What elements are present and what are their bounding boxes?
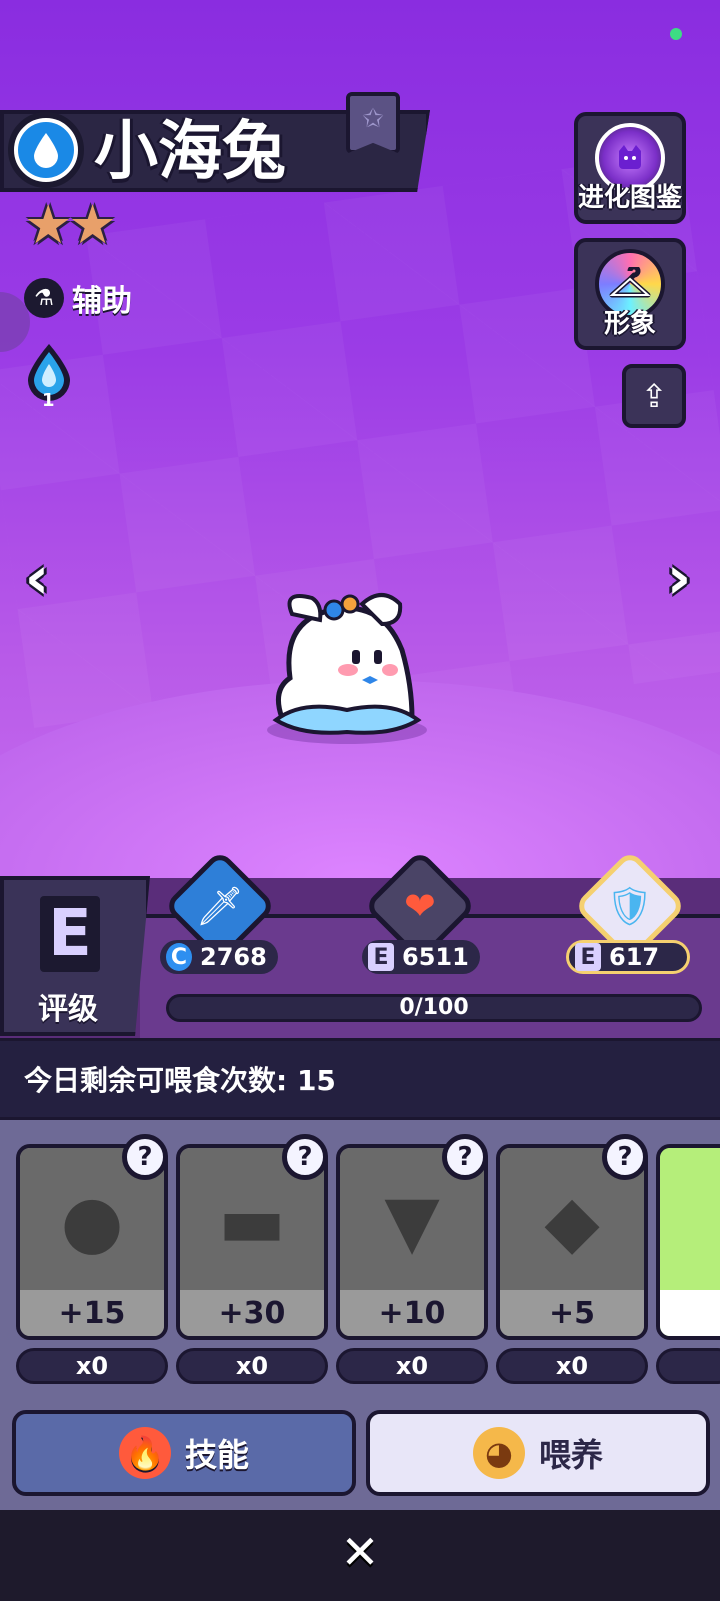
attack-rank: C: [166, 943, 192, 971]
role-tag: ⚗ 辅助: [24, 276, 132, 320]
grade-label: 评级: [38, 992, 98, 1027]
defense-value-box: E 617: [566, 940, 690, 974]
next-pet-arrow[interactable]: ›: [654, 548, 704, 608]
pet-name: 小海兔: [94, 115, 286, 189]
food-card-partial[interactable]: [656, 1144, 720, 1340]
close-icon[interactable]: ✕: [336, 1528, 384, 1576]
food-bonus: +15: [20, 1290, 164, 1336]
pet-sprite[interactable]: [262, 590, 432, 750]
bread-icon: [660, 1148, 720, 1294]
previous-pet-arrow[interactable]: ‹: [12, 548, 62, 608]
status-indicator: [670, 28, 682, 40]
feed-button[interactable]: ◕ 喂养: [366, 1410, 710, 1496]
food-quantity: x0: [496, 1348, 648, 1384]
unknown-badge[interactable]: ?: [442, 1134, 488, 1180]
bread-icon: ◕: [472, 1427, 525, 1479]
food-bonus: [660, 1290, 720, 1336]
unknown-badge[interactable]: ?: [282, 1134, 328, 1180]
food-bonus: +30: [180, 1290, 324, 1336]
appearance-label: 形象: [603, 309, 656, 339]
food-quantity: [656, 1348, 720, 1384]
feed-count-bar: 今日剩余可喂食次数: 15: [0, 1038, 720, 1120]
defense-rank: E: [575, 943, 601, 971]
skills-button[interactable]: 🔥 技能: [12, 1410, 356, 1496]
unknown-badge[interactable]: ?: [602, 1134, 648, 1180]
health-value: 6511: [402, 943, 469, 971]
attack-value: 2768: [200, 943, 267, 971]
health-value-box: E 6511: [362, 940, 480, 974]
star-icon: ★: [68, 193, 117, 256]
health-stat[interactable]: ❤: [360, 849, 480, 963]
attack-value-box: C 2768: [160, 940, 278, 974]
water-element-icon: [8, 112, 84, 188]
evolution-guide-button[interactable]: 进化图鉴: [574, 112, 686, 224]
food-quantity: x0: [176, 1348, 328, 1384]
star-rating: ★ ★: [24, 193, 117, 256]
food-bonus: +5: [500, 1290, 644, 1336]
appearance-button[interactable]: 形象: [574, 238, 686, 350]
share-icon: ⇪: [640, 377, 668, 415]
attack-stat[interactable]: 🗡: [160, 849, 280, 963]
fire-icon: 🔥: [118, 1427, 171, 1479]
role-label: 辅助: [72, 284, 132, 319]
food-quantity: x0: [336, 1348, 488, 1384]
food-bonus: +10: [340, 1290, 484, 1336]
food-quantity: x0: [16, 1348, 168, 1384]
defense-value: 617: [609, 943, 660, 971]
star-icon: ★: [24, 193, 73, 256]
feed-label: 喂养: [538, 1436, 603, 1474]
star-icon: ✩: [362, 104, 384, 134]
skills-label: 技能: [184, 1436, 249, 1474]
grade-letter: E: [40, 896, 100, 972]
unknown-badge[interactable]: ?: [122, 1134, 168, 1180]
feed-remaining-text: 今日剩余可喂食次数: 15: [24, 1064, 336, 1097]
share-button[interactable]: ⇪: [622, 364, 686, 428]
element-level: 1: [42, 390, 55, 411]
progress-text: 0/100: [399, 995, 469, 1020]
defense-stat[interactable]: 🛡: [570, 849, 690, 963]
evolution-guide-label: 进化图鉴: [578, 183, 683, 213]
health-rank: E: [368, 943, 394, 971]
flask-icon: ⚗: [24, 278, 64, 318]
